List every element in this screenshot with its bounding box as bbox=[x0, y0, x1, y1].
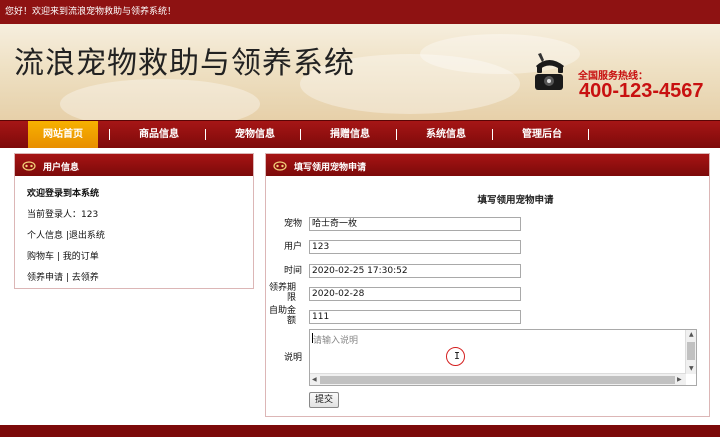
submit-button[interactable]: 提交 bbox=[309, 392, 339, 408]
nav-separator bbox=[492, 129, 493, 140]
nav-separator bbox=[396, 129, 397, 140]
form-panel-title: 填写领用宠物申请 bbox=[294, 163, 367, 173]
telephone-icon bbox=[535, 53, 564, 90]
paw-icon bbox=[22, 161, 36, 171]
description-placeholder: 请输入说明 bbox=[313, 336, 359, 346]
time-label: 时间 bbox=[283, 266, 302, 276]
scroll-down-icon[interactable]: ▼ bbox=[689, 366, 694, 372]
pet-input[interactable]: 哈士奇一枚 bbox=[309, 217, 521, 231]
nav-separator bbox=[205, 129, 206, 140]
description-textarea[interactable]: 请输入说明 ▲ ▼ ◀ ▶ bbox=[309, 329, 697, 386]
nav-item-admin[interactable]: 管理后台 bbox=[507, 121, 577, 148]
form-heading: 填写领用宠物申请 bbox=[477, 195, 554, 206]
adopt-links[interactable]: 领养申请 | 去领养 bbox=[27, 270, 99, 283]
top-welcome-bar: 您好！欢迎来到流浪宠物救助与领养系统！ bbox=[0, 0, 720, 24]
adoption-term-input[interactable]: 2020-02-28 bbox=[309, 287, 521, 301]
nav-separator bbox=[588, 129, 589, 140]
nav-item-home[interactable]: 网站首页 bbox=[28, 121, 98, 148]
nav-item-donations[interactable]: 捐赠信息 bbox=[315, 121, 385, 148]
site-title: 流浪宠物救助与领养系统 bbox=[14, 46, 355, 81]
paw-icon bbox=[273, 161, 287, 171]
hotline-number: 400-123-4567 bbox=[579, 80, 704, 102]
description-label: 说明 bbox=[283, 353, 302, 363]
scroll-up-icon[interactable]: ▲ bbox=[689, 332, 694, 338]
nav-item-pets[interactable]: 宠物信息 bbox=[220, 121, 290, 148]
welcome-text: 您好！欢迎来到流浪宠物救助与领养系统！ bbox=[5, 7, 177, 17]
vertical-scroll-thumb[interactable] bbox=[687, 342, 695, 360]
funding-amount-label: 自助金额 bbox=[268, 306, 296, 326]
main-nav: 网站首页 商品信息 宠物信息 捐赠信息 系统信息 管理后台 bbox=[0, 120, 720, 148]
scroll-right-icon[interactable]: ▶ bbox=[677, 377, 682, 383]
funding-amount-input[interactable]: 111 bbox=[309, 310, 521, 324]
horizontal-scroll-thumb[interactable] bbox=[320, 376, 675, 384]
user-panel-header: 用户信息 bbox=[15, 154, 253, 176]
profile-logout-links[interactable]: 个人信息 |退出系统 bbox=[27, 228, 105, 241]
text-cursor-icon: I bbox=[454, 351, 461, 362]
header-banner: 流浪宠物救助与领养系统 全国服务热线： 400-123-4567 bbox=[0, 24, 720, 120]
scroll-left-icon[interactable]: ◀ bbox=[312, 377, 317, 383]
nav-separator bbox=[109, 129, 110, 140]
user-welcome: 欢迎登录到本系统 bbox=[27, 189, 100, 199]
user-panel-title: 用户信息 bbox=[43, 163, 80, 173]
vertical-scrollbar[interactable]: ▲ ▼ bbox=[685, 330, 696, 374]
user-label: 用户 bbox=[283, 242, 302, 252]
nav-separator bbox=[300, 129, 301, 140]
nav-item-products[interactable]: 商品信息 bbox=[124, 121, 194, 148]
user-info-panel: 用户信息 欢迎登录到本系统 当前登录人：123 个人信息 |退出系统 购物车 |… bbox=[14, 153, 254, 289]
text-caret bbox=[312, 333, 313, 343]
footer-bar bbox=[0, 425, 720, 437]
horizontal-scrollbar[interactable]: ◀ ▶ bbox=[310, 373, 686, 385]
mouse-cursor-icon: I bbox=[446, 347, 465, 366]
cart-orders-links[interactable]: 购物车 | 我的订单 bbox=[27, 249, 99, 262]
user-input[interactable]: 123 bbox=[309, 240, 521, 254]
adoption-term-label: 领养期限 bbox=[268, 283, 296, 303]
pet-label: 宠物 bbox=[283, 219, 302, 229]
time-input[interactable]: 2020-02-25 17:30:52 bbox=[309, 264, 521, 278]
current-user: 当前登录人：123 bbox=[27, 210, 99, 220]
form-panel-header: 填写领用宠物申请 bbox=[266, 154, 709, 176]
adoption-form-panel: 填写领用宠物申请 填写领用宠物申请 宠物 哈士奇一枚 用户 123 时间 202… bbox=[265, 153, 710, 417]
nav-item-system[interactable]: 系统信息 bbox=[411, 121, 481, 148]
